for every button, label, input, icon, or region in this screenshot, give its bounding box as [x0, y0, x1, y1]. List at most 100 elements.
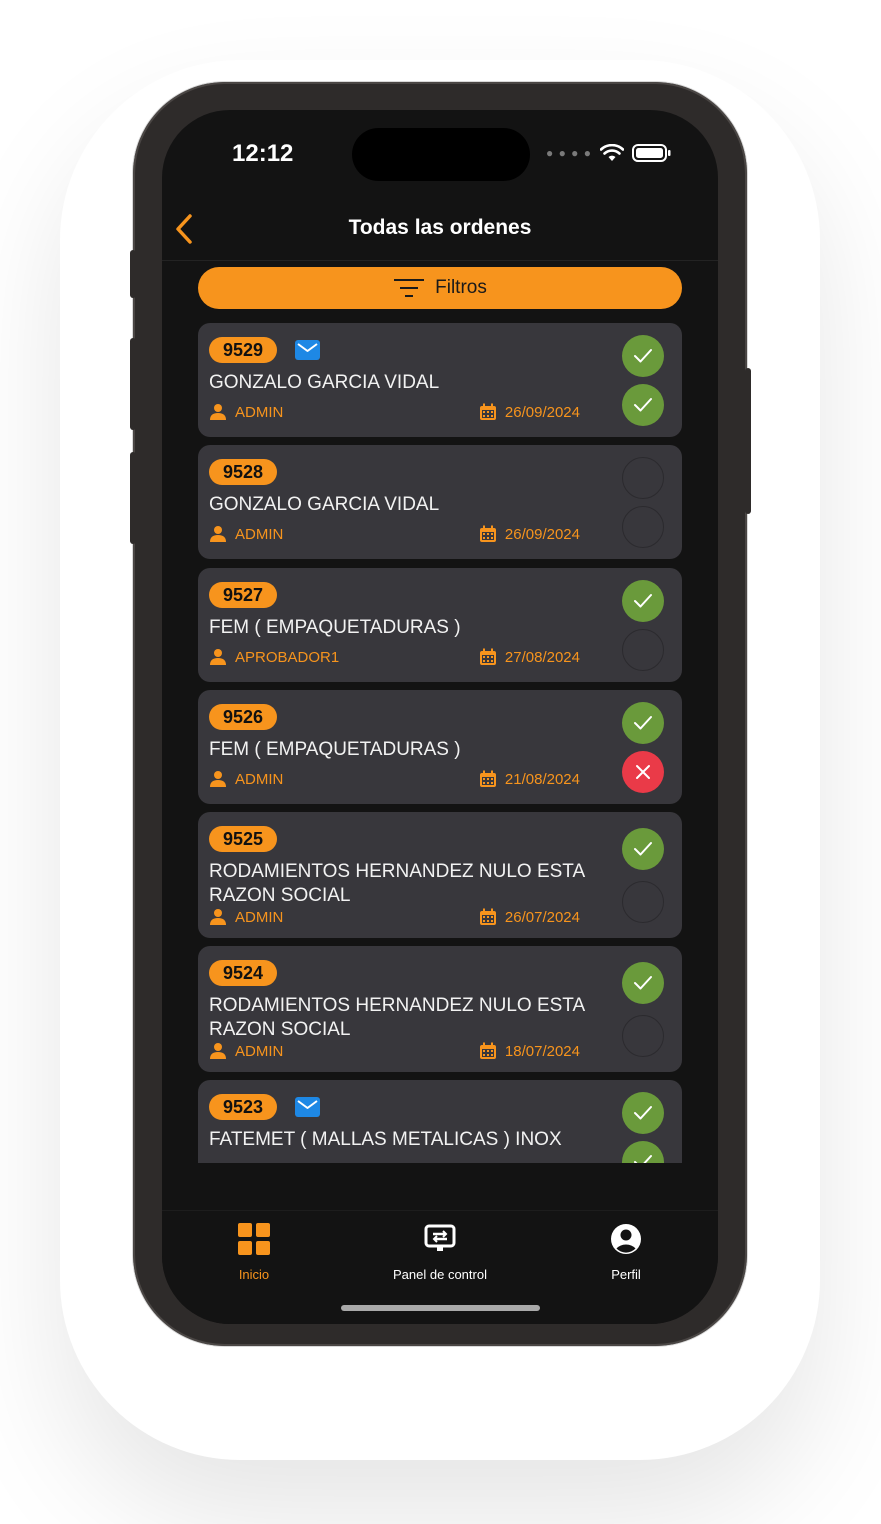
order-user: ADMIN — [209, 403, 283, 421]
check-icon — [634, 842, 652, 856]
user-icon — [210, 526, 226, 542]
filter-icon — [394, 279, 425, 297]
order-card[interactable]: 9527 FEM ( EMPAQUETADURAS ) APROBADOR1 27/0… — [198, 568, 682, 682]
close-icon — [636, 765, 650, 779]
approval-status-2 — [622, 384, 664, 426]
order-client: RODAMIENTOS HERNANDEZ NULO ESTA RAZON SO… — [209, 995, 585, 1040]
check-icon — [634, 1106, 652, 1120]
user-icon — [210, 649, 226, 665]
order-number-badge: 9524 — [209, 960, 278, 986]
dynamic-island — [352, 128, 530, 181]
order-user: APROBADOR1 — [209, 648, 339, 666]
order-user-label: ADMIN — [235, 403, 284, 421]
filter-button[interactable]: Filtros — [198, 267, 682, 309]
check-icon — [634, 594, 652, 608]
order-date-label: 18/07/2024 — [504, 1042, 580, 1060]
order-date: 26/09/2024 — [479, 403, 580, 421]
calendar-icon — [479, 648, 496, 665]
calendar-icon — [479, 525, 496, 542]
status-icons: ● ● ● ● — [546, 144, 672, 162]
order-date-label: 27/08/2024 — [504, 648, 580, 666]
page-title: Todas las ordenes — [348, 216, 532, 239]
user-icon — [210, 909, 226, 925]
approval-status-2 — [622, 881, 664, 923]
order-date-label: 26/09/2024 — [504, 525, 580, 543]
order-number-badge: 9527 — [209, 582, 278, 608]
approval-status-1 — [622, 580, 664, 622]
order-card[interactable]: 9526 FEM ( EMPAQUETADURAS ) ADMIN 21/08/202… — [198, 690, 682, 804]
approval-status-1 — [622, 702, 664, 744]
order-date-label: 21/08/2024 — [504, 770, 580, 788]
approval-status-2 — [622, 751, 664, 793]
battery-icon — [632, 144, 671, 162]
check-icon — [634, 976, 652, 990]
order-client: FEM ( EMPAQUETADURAS ) — [209, 739, 461, 760]
wifi-icon — [600, 144, 624, 161]
order-date: 26/09/2024 — [479, 525, 580, 543]
approval-status-2 — [622, 506, 664, 548]
order-number-badge: 9526 — [209, 704, 278, 730]
mail-icon — [295, 340, 320, 360]
mail-indicator — [295, 1097, 320, 1117]
screen: 12:12 ● ● ● ● Todas las ordenes Filtros … — [162, 110, 718, 1324]
order-card[interactable]: 9529 GONZALO GARCIA VIDAL ADMIN 26/09/2024 — [198, 323, 682, 437]
side-button — [130, 452, 136, 544]
order-client: GONZALO GARCIA VIDAL — [209, 494, 440, 515]
order-number-badge: 9525 — [209, 826, 278, 852]
order-date: 26/07/2024 — [479, 908, 580, 926]
approval-status-1 — [622, 335, 664, 377]
check-icon — [634, 349, 652, 363]
approval-status-1 — [622, 1092, 664, 1134]
grid-icon — [238, 1223, 270, 1255]
check-icon — [634, 398, 652, 412]
approval-status-2 — [622, 629, 664, 671]
user-icon — [210, 771, 226, 787]
approval-status-1 — [622, 828, 664, 870]
user-icon — [210, 1043, 226, 1059]
calendar-icon — [479, 770, 496, 787]
side-button — [130, 250, 136, 298]
order-number-badge: 9528 — [209, 459, 278, 485]
order-date-label: 26/09/2024 — [504, 403, 580, 421]
order-user-label: ADMIN — [235, 908, 284, 926]
calendar-icon — [479, 403, 496, 420]
check-icon — [634, 1155, 652, 1163]
order-card[interactable]: 9525 RODAMIENTOS HERNANDEZ NULO ESTA RAZO… — [198, 812, 682, 938]
tab-label: Inicio — [238, 1267, 270, 1282]
side-button — [130, 338, 136, 430]
order-list[interactable]: 9529 GONZALO GARCIA VIDAL ADMIN 26/09/2024 9… — [198, 323, 682, 1163]
order-card[interactable]: 9528 GONZALO GARCIA VIDAL ADMIN 26/09/2024 — [198, 445, 682, 559]
approval-status-2 — [622, 1141, 664, 1163]
order-user-label: ADMIN — [235, 525, 284, 543]
home-indicator — [341, 1305, 540, 1311]
check-icon — [634, 716, 652, 730]
monitor-icon — [424, 1224, 456, 1251]
order-user-label: ADMIN — [235, 770, 284, 788]
order-user-label: APROBADOR1 — [235, 648, 340, 666]
approval-status-1 — [622, 457, 664, 499]
tab-inicio[interactable]: Inicio — [184, 1221, 324, 1282]
order-card[interactable]: 9523 FATEMET ( MALLAS METALICAS ) INOX — [198, 1080, 682, 1163]
order-client: FATEMET ( MALLAS METALICAS ) INOX — [209, 1129, 562, 1150]
profile-icon — [611, 1224, 641, 1254]
order-client: GONZALO GARCIA VIDAL — [209, 372, 440, 393]
order-card[interactable]: 9524 RODAMIENTOS HERNANDEZ NULO ESTA RAZO… — [198, 946, 682, 1072]
approval-status-2 — [622, 1015, 664, 1057]
calendar-icon — [479, 908, 496, 925]
order-user-label: ADMIN — [235, 1042, 284, 1060]
tab-panel-de-control[interactable]: Panel de control — [370, 1221, 510, 1282]
navigation-bar: Todas las ordenes — [162, 196, 718, 261]
order-user: ADMIN — [209, 525, 283, 543]
side-button — [745, 368, 751, 514]
tab-perfil[interactable]: Perfil — [556, 1221, 696, 1282]
order-date: 21/08/2024 — [479, 770, 580, 788]
mail-icon — [295, 1097, 320, 1117]
order-date: 18/07/2024 — [479, 1042, 580, 1060]
order-number-badge: 9529 — [209, 337, 278, 363]
order-client: FEM ( EMPAQUETADURAS ) — [209, 617, 461, 638]
signal-icon: ● ● ● ● — [546, 146, 592, 160]
order-client: RODAMIENTOS HERNANDEZ NULO ESTA RAZON SO… — [209, 861, 585, 906]
tab-label: Perfil — [611, 1267, 641, 1282]
order-number-badge: 9523 — [209, 1094, 278, 1120]
calendar-icon — [479, 1042, 496, 1059]
